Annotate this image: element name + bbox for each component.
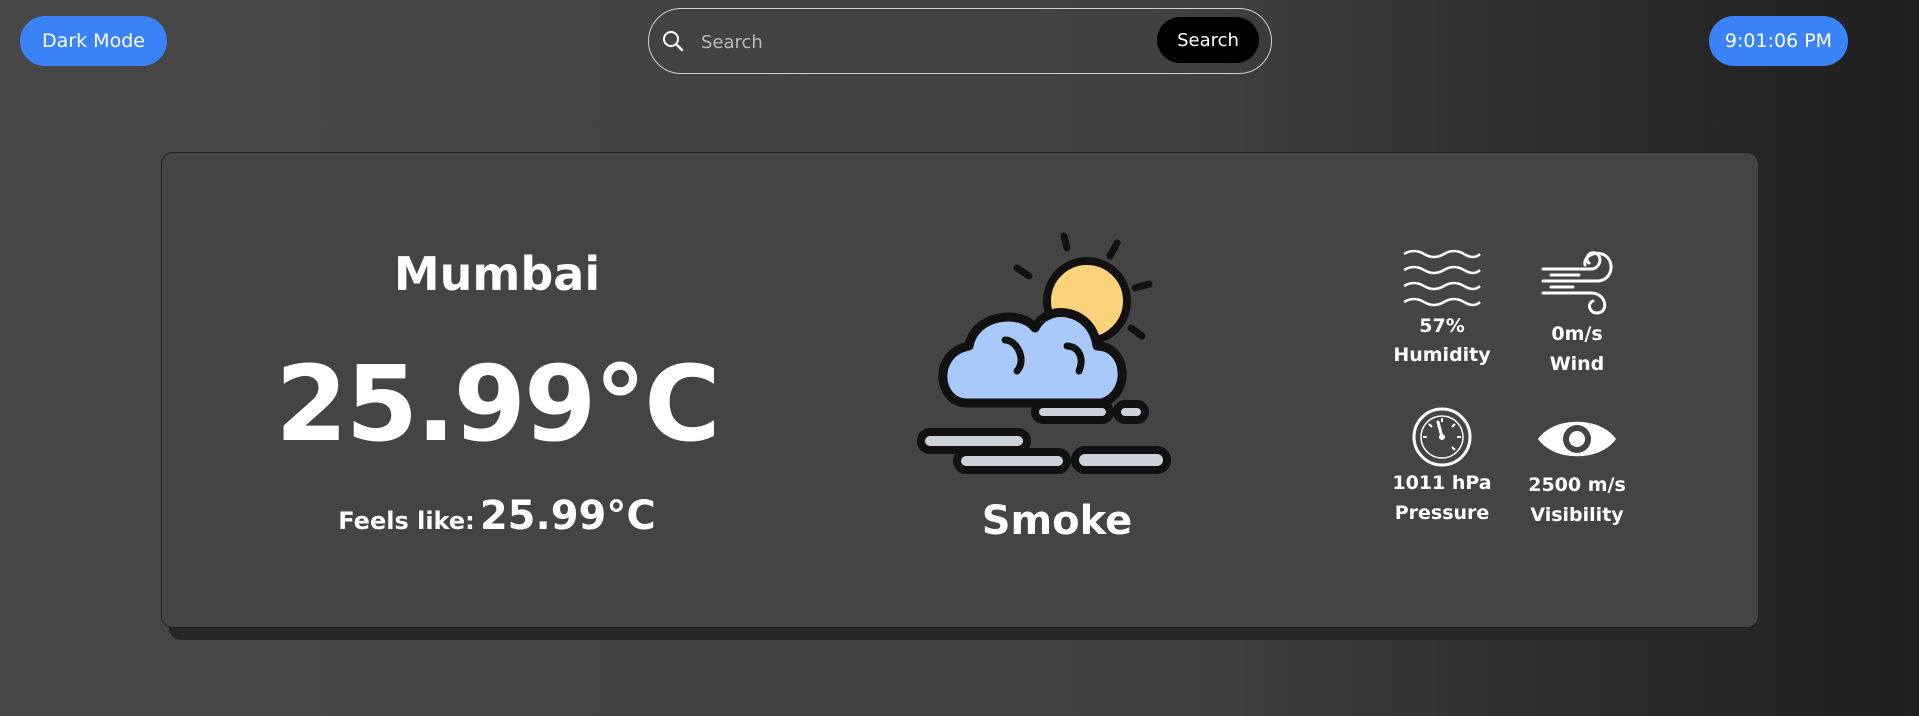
wind-icon	[1541, 251, 1613, 315]
humidity-waves-icon	[1403, 249, 1481, 307]
gauge-icon	[1412, 407, 1472, 467]
pressure-value: 1011 hPa	[1392, 472, 1492, 494]
pressure-label: Pressure	[1394, 502, 1490, 524]
wind-stat: 0m/s Wind	[1527, 247, 1627, 379]
weather-description: Smoke	[981, 498, 1133, 544]
humidity-value: 57%	[1419, 315, 1465, 337]
visibility-label: Visibility	[1530, 504, 1624, 526]
humidity-stat: 57% Humidity	[1392, 248, 1492, 370]
dark-mode-button[interactable]: Dark Mode	[20, 16, 167, 66]
pressure-stat: 1011 hPa Pressure	[1392, 406, 1492, 528]
search-bar: Search	[648, 8, 1272, 74]
search-icon	[663, 31, 684, 52]
wind-label: Wind	[1549, 353, 1605, 375]
feels-like-label: Feels like:	[338, 507, 475, 535]
cloud-sun-smoke-icon	[917, 232, 1171, 474]
wind-value: 0m/s	[1551, 323, 1603, 345]
search-button[interactable]: Search	[1157, 17, 1259, 63]
eye-icon	[1538, 421, 1616, 457]
visibility-value: 2500 m/s	[1528, 474, 1626, 496]
weather-card: Mumbai 25.99°C Feels like: 25.99°C Smoke	[161, 152, 1759, 628]
feels-like: Feels like: 25.99°C	[162, 493, 832, 539]
temperature: 25.99°C	[275, 343, 720, 465]
humidity-label: Humidity	[1393, 344, 1491, 366]
search-input[interactable]	[699, 23, 1203, 61]
clock-badge: 9:01:06 PM	[1709, 16, 1848, 66]
city-name: Mumbai	[393, 247, 601, 301]
visibility-stat: 2500 m/s Visibility	[1514, 408, 1640, 530]
feels-like-value: 25.99°C	[479, 493, 656, 539]
